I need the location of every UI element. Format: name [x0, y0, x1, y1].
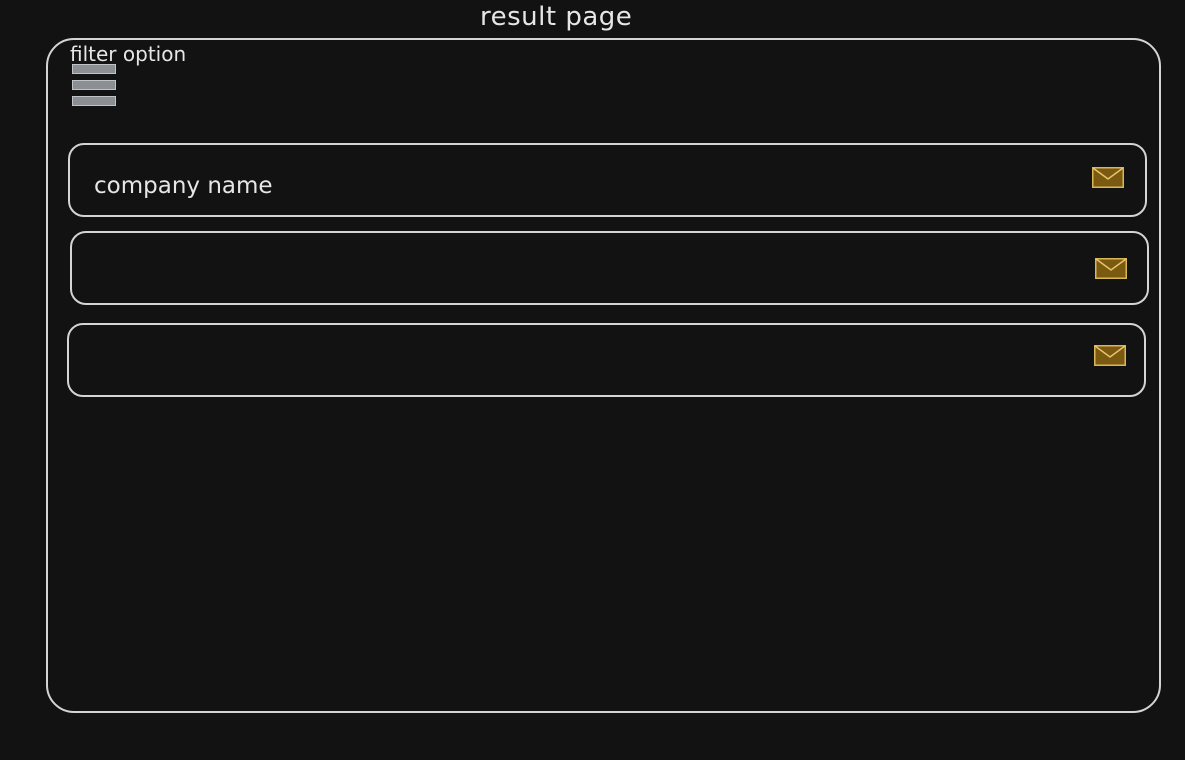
mail-icon[interactable]: [1095, 258, 1127, 279]
hamburger-bar: [72, 80, 116, 90]
result-card[interactable]: [70, 231, 1149, 305]
mail-icon[interactable]: [1092, 167, 1124, 188]
mail-icon[interactable]: [1094, 345, 1126, 366]
hamburger-bar: [72, 96, 116, 106]
result-card[interactable]: [67, 323, 1146, 397]
page-title: result page: [480, 2, 633, 32]
hamburger-bar: [72, 64, 116, 74]
hamburger-menu-icon[interactable]: [72, 64, 118, 110]
result-card[interactable]: company name: [68, 143, 1147, 217]
filter-option-label: filter option: [70, 42, 187, 66]
company-name: company name: [94, 173, 273, 199]
